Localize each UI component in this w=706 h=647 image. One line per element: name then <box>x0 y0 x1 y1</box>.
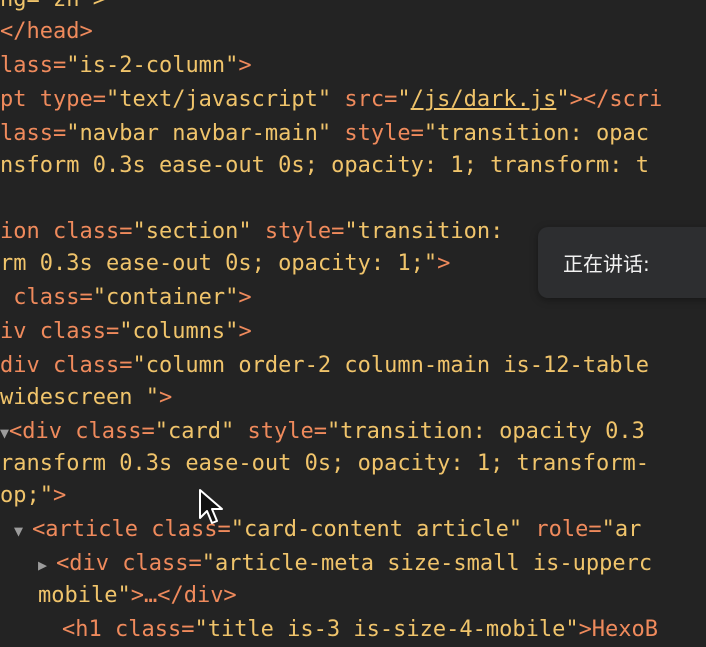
code-line[interactable]: rm 0.3s ease-out 0s; opacity: 1;"> <box>0 247 450 281</box>
code-line[interactable]: nsform 0.3s ease-out 0s; opacity: 1; tra… <box>0 149 649 183</box>
code-token: "title is-3 is-size-4-mobile" <box>194 617 579 642</box>
code-token: ng="zh"> <box>0 0 106 12</box>
code-line[interactable]: mobile">…</div> <box>38 579 237 613</box>
code-line[interactable]: ion class="section" style="transition: <box>0 215 517 249</box>
code-token: style= <box>251 219 345 244</box>
code-token: lass= <box>0 121 67 146</box>
code-token: "transition: <box>344 219 517 244</box>
code-line[interactable]: ▶ <div class="article-meta size-small is… <box>38 547 652 581</box>
code-token: "card-content article" <box>230 517 523 542</box>
script-src-link[interactable]: /js/dark.js <box>411 87 557 112</box>
code-token: "columns" <box>119 319 239 344</box>
code-token: op;" <box>0 483 53 508</box>
code-line[interactable]: lass="is-2-column"> <box>0 49 252 83</box>
code-line[interactable]: op;"> <box>0 479 66 513</box>
code-token: ion class= <box>0 219 133 244</box>
code-token: > <box>238 285 252 310</box>
code-token: widescreen " <box>0 385 159 410</box>
code-token: >…</div> <box>130 583 237 608</box>
elements-panel[interactable]: ng="zh"> </head> lass="is-2-column"> pt … <box>0 0 706 642</box>
speaking-toast: 正在讲话: <box>538 227 706 298</box>
code-token: "text/javascript" <box>105 87 332 112</box>
code-token: ransform 0.3s ease-out 0s; opacity: 1; t… <box>0 451 650 476</box>
code-token: "article-meta size-small is-upperc <box>201 551 653 576</box>
code-line[interactable]: iv class="columns"> <box>0 315 252 349</box>
code-token: <div class= <box>56 551 202 576</box>
code-token: rm 0.3s ease-out 0s; opacity: 1;" <box>0 251 438 276</box>
code-token: > <box>437 251 451 276</box>
code-line[interactable]: ▼<div class="card" style="transition: op… <box>0 415 645 449</box>
code-token: "navbar navbar-main" <box>66 121 332 146</box>
collapse-triangle-icon[interactable]: ▼ <box>14 522 32 540</box>
code-token: pt type= <box>0 87 106 112</box>
code-token: div class= <box>0 353 133 378</box>
code-token: " <box>556 87 570 112</box>
code-token: "container" <box>92 285 239 310</box>
code-token: ></scri <box>569 87 663 112</box>
code-line[interactable]: class="container"> <box>0 281 252 315</box>
mouse-pointer-icon <box>199 489 223 524</box>
code-token: "card" <box>154 419 235 444</box>
code-token: "ar <box>601 517 642 542</box>
code-token: </head> <box>0 19 93 44</box>
code-token: <h1 class= <box>62 617 195 642</box>
code-token: class= <box>0 285 93 310</box>
code-token: > <box>238 319 252 344</box>
code-token: "transition: opac <box>423 121 650 146</box>
code-token: > <box>52 483 67 508</box>
code-token: > <box>238 53 252 78</box>
code-line[interactable]: widescreen "> <box>0 381 172 415</box>
code-line[interactable]: div class="column order-2 column-main is… <box>0 349 649 383</box>
collapse-triangle-icon[interactable]: ▼ <box>0 424 9 442</box>
code-line[interactable]: <h1 class="title is-3 is-size-4-mobile">… <box>62 613 658 647</box>
code-token: role= <box>522 517 602 542</box>
code-token: "column order-2 column-main is-12-table <box>132 353 650 378</box>
code-token: style= <box>331 121 424 146</box>
code-line[interactable]: ransform 0.3s ease-out 0s; opacity: 1; t… <box>0 447 649 481</box>
code-token: <div class= <box>9 419 155 444</box>
code-token: lass= <box>0 53 67 78</box>
code-line[interactable]: ▼ <article class="card-content article" … <box>14 513 641 547</box>
code-line[interactable]: pt type="text/javascript" src="/js/dark.… <box>0 83 662 117</box>
code-token: "is-2-column" <box>66 53 239 78</box>
code-line[interactable]: </head> <box>0 15 93 49</box>
code-token: src= <box>331 87 398 112</box>
code-token: mobile" <box>38 583 131 608</box>
expand-triangle-icon[interactable]: ▶ <box>38 556 56 574</box>
code-token: style= <box>234 419 327 444</box>
code-token: " <box>397 87 411 112</box>
code-token: iv class= <box>0 319 120 344</box>
code-token: > <box>158 385 173 410</box>
toast-text: 正在讲话: <box>563 252 650 276</box>
code-token: "section" <box>132 219 252 244</box>
code-line[interactable]: lass="navbar navbar-main" style="transit… <box>0 117 649 151</box>
code-token: >HexoB <box>578 617 659 642</box>
code-token: "transition: opacity 0.3 <box>326 419 645 444</box>
code-token: nsform 0.3s ease-out 0s; opacity: 1; tra… <box>0 153 650 178</box>
